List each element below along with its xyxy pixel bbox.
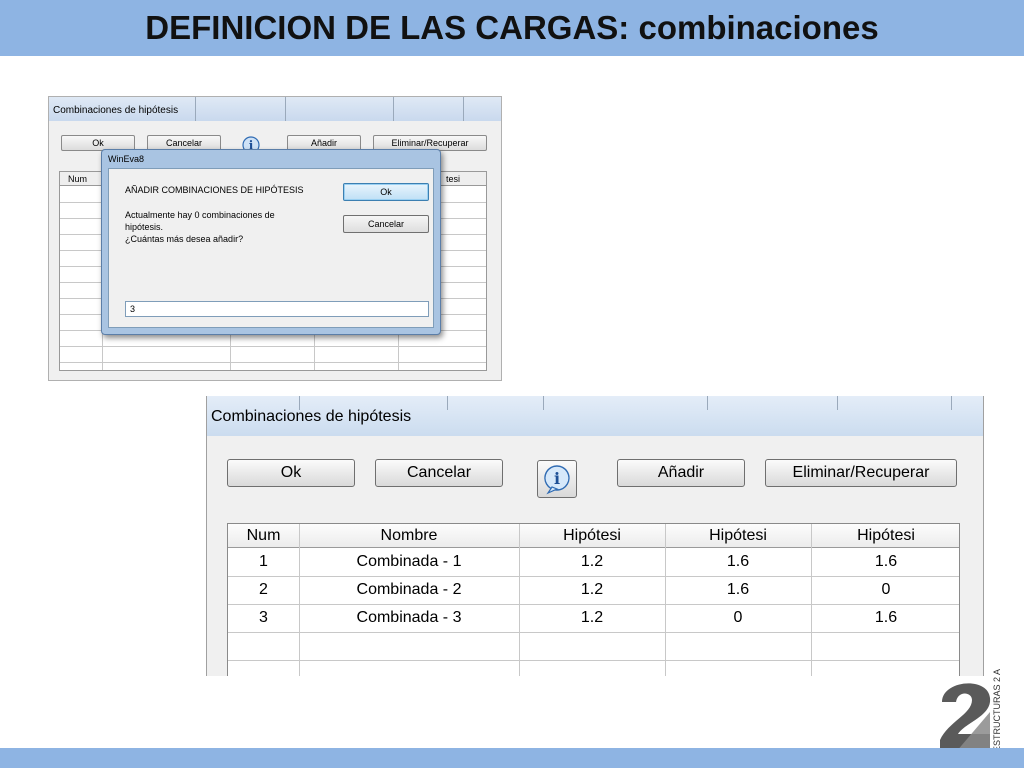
- dialog-body: AÑADIR COMBINACIONES DE HIPÓTESIS Actual…: [108, 168, 434, 328]
- dialog-ok-button[interactable]: Ok: [343, 183, 429, 201]
- table-cell[interactable]: 0: [811, 576, 961, 604]
- dialog-message-line: ¿Cuántas más desea añadir?: [125, 234, 244, 244]
- table-cell[interactable]: 2: [228, 576, 299, 604]
- table-cell[interactable]: Combinada - 1: [299, 548, 519, 576]
- grid-line: [837, 396, 838, 410]
- table-cell[interactable]: 1.2: [519, 576, 665, 604]
- grid-line: [195, 97, 196, 121]
- grid-line: [447, 396, 448, 410]
- slide-title: DEFINICION DE LAS CARGAS: combinaciones: [145, 9, 879, 46]
- table-cell[interactable]: 1.2: [519, 548, 665, 576]
- grid-line: [463, 97, 464, 121]
- add-combinations-dialog: WinEva8 AÑADIR COMBINACIONES DE HIPÓTESI…: [101, 149, 441, 335]
- table-cell[interactable]: Combinada - 3: [299, 604, 519, 632]
- table-cell[interactable]: 1.2: [519, 604, 665, 632]
- dialog-message: Actualmente hay 0 combinaciones de hipót…: [125, 209, 315, 245]
- estructuras-logo: [936, 672, 996, 754]
- grid-line: [60, 362, 486, 363]
- header-hipotesi-2: Hipótesi: [709, 527, 767, 544]
- header-num: Num: [246, 527, 281, 544]
- ok-button[interactable]: Ok: [227, 459, 355, 487]
- dialog-message-line: Actualmente hay 0 combinaciones de: [125, 210, 275, 220]
- header-nombre: Nombre: [380, 527, 438, 544]
- large-window-titlebar: Combinaciones de hipótesis: [207, 396, 983, 436]
- small-window-title: Combinaciones de hipótesis: [53, 105, 179, 116]
- cancel-button[interactable]: Cancelar: [375, 459, 503, 487]
- header-hipotesi-1: Hipótesi: [563, 527, 621, 544]
- grid-line: [951, 396, 952, 410]
- table-cell[interactable]: 1.6: [665, 548, 811, 576]
- combinations-table: Num Nombre Hipótesi Hipótesi Hipótesi 1 …: [227, 523, 960, 676]
- grid-line: [60, 346, 486, 347]
- delete-recover-button[interactable]: Eliminar/Recuperar: [765, 459, 957, 487]
- large-window-title: Combinaciones de hipótesis: [211, 408, 412, 425]
- dialog-cancel-button[interactable]: Cancelar: [343, 215, 429, 233]
- small-header-num: Num: [68, 174, 88, 184]
- small-header-hipotesi: tesi: [446, 174, 461, 184]
- info-icon[interactable]: i: [537, 460, 577, 498]
- large-window-screenshot: Combinaciones de hipótesis Ok Cancelar i…: [206, 396, 984, 676]
- table-cell[interactable]: 1.6: [811, 604, 961, 632]
- dialog-title: WinEva8: [108, 154, 145, 164]
- grid-line: [707, 396, 708, 410]
- dialog-quantity-input[interactable]: 3: [125, 301, 429, 317]
- header-hipotesi-3: Hipótesi: [857, 527, 915, 544]
- table-cell[interactable]: 1.6: [665, 576, 811, 604]
- table-cell[interactable]: Combinada - 2: [299, 576, 519, 604]
- logo-text: ESTRUCTURAS 2 A: [992, 668, 1002, 752]
- svg-text:i: i: [554, 469, 560, 488]
- table-cell[interactable]: 0: [665, 604, 811, 632]
- grid-line: [393, 97, 394, 121]
- add-button[interactable]: Añadir: [617, 459, 745, 487]
- grid-line: [543, 396, 544, 410]
- grid-line: [228, 660, 959, 661]
- slide-title-bar: DEFINICION DE LAS CARGAS: combinaciones: [0, 0, 1024, 56]
- table-cell[interactable]: 3: [228, 604, 299, 632]
- dialog-message-line: hipótesis.: [125, 222, 164, 232]
- table-header-row: Num Nombre Hipótesi Hipótesi Hipótesi: [228, 524, 959, 548]
- table-cell[interactable]: 1.6: [811, 548, 961, 576]
- small-window-screenshot: Combinaciones de hipótesis Ok Cancelar i…: [48, 96, 502, 381]
- table-cell[interactable]: 1: [228, 548, 299, 576]
- grid-line: [285, 97, 286, 121]
- slide-bottom-bar: [0, 748, 1024, 768]
- small-window-titlebar: Combinaciones de hipótesis: [49, 97, 501, 121]
- grid-line: [228, 632, 959, 633]
- dialog-heading: AÑADIR COMBINACIONES DE HIPÓTESIS: [125, 185, 304, 195]
